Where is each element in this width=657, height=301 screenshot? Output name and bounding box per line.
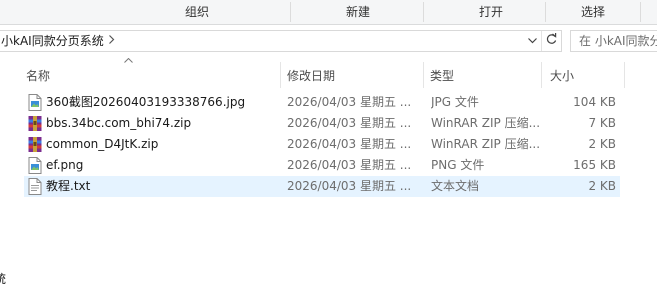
file-size: 2 KB xyxy=(588,179,616,193)
search-input[interactable]: 在 小kAI同款分页 xyxy=(570,30,657,52)
file-date: 2026/04/03 星期五 ... xyxy=(287,137,412,151)
explorer-window: 组织 新建 打开 选择 小kAI同款分页系统 在 小kAI同款分页 统 xyxy=(0,0,657,301)
file-name: common_D4JtK.zip xyxy=(46,137,159,151)
file-size: 104 KB xyxy=(573,95,616,109)
address-row: 小kAI同款分页系统 在 小kAI同款分页 xyxy=(0,25,657,58)
file-type: JPG 文件 xyxy=(431,95,479,109)
ribbon-divider xyxy=(423,2,424,22)
column-header-date[interactable]: 修改日期 xyxy=(287,67,335,85)
ribbon-bar: 组织 新建 打开 选择 xyxy=(0,0,657,25)
column-divider[interactable] xyxy=(624,62,625,88)
column-divider[interactable] xyxy=(423,62,424,88)
ribbon-divider xyxy=(640,2,641,22)
file-type: 文本文档 xyxy=(431,179,480,193)
file-row-selected[interactable]: 教程.txt 2026/04/03 星期五 ... 文本文档 2 KB xyxy=(24,176,620,197)
file-date: 2026/04/03 星期五 ... xyxy=(287,116,412,130)
file-size: 2 KB xyxy=(588,137,616,151)
column-header-row: 名称 修改日期 类型 大小 xyxy=(22,58,657,88)
file-name: bbs.34bc.com_bhi74.zip xyxy=(46,116,192,130)
column-divider[interactable] xyxy=(541,62,542,88)
file-date: 2026/04/03 星期五 ... xyxy=(287,158,412,172)
refresh-icon[interactable] xyxy=(542,31,561,51)
file-name: 教程.txt xyxy=(46,179,91,193)
file-date: 2026/04/03 星期五 ... xyxy=(287,179,412,193)
column-divider[interactable] xyxy=(280,62,281,88)
column-header-size[interactable]: 大小 xyxy=(550,67,574,85)
file-row[interactable]: ef.png 2026/04/03 星期五 ... PNG 文件 165 KB xyxy=(24,155,620,176)
file-type: WinRAR ZIP 压缩... xyxy=(431,137,541,151)
column-header-name[interactable]: 名称 xyxy=(26,67,50,85)
chevron-down-icon[interactable] xyxy=(524,31,542,51)
file-type: WinRAR ZIP 压缩... xyxy=(431,116,541,130)
ribbon-group-organize[interactable]: 组织 xyxy=(147,0,247,24)
file-name: ef.png xyxy=(46,158,84,172)
file-name: 360截图20260403193338766.jpg xyxy=(46,95,246,109)
ribbon-divider xyxy=(545,2,546,22)
file-row[interactable]: 360截图20260403193338766.jpg 2026/04/03 星期… xyxy=(24,92,620,113)
winrar-archive-icon xyxy=(28,115,42,132)
file-row[interactable]: bbs.34bc.com_bhi74.zip 2026/04/03 星期五 ..… xyxy=(24,113,620,134)
winrar-archive-icon xyxy=(28,136,42,153)
file-size: 7 KB xyxy=(588,116,616,130)
ribbon-divider xyxy=(290,2,291,22)
search-placeholder: 在 小kAI同款分页 xyxy=(579,34,657,48)
image-file-icon xyxy=(28,157,42,174)
file-date: 2026/04/03 星期五 ... xyxy=(287,95,412,109)
navigation-pane xyxy=(0,58,22,301)
ribbon-group-new[interactable]: 新建 xyxy=(308,0,408,24)
column-header-type[interactable]: 类型 xyxy=(430,67,454,85)
chevron-right-icon[interactable] xyxy=(108,31,115,51)
file-size: 165 KB xyxy=(573,158,616,172)
file-row[interactable]: common_D4JtK.zip 2026/04/03 星期五 ... WinR… xyxy=(24,134,620,155)
image-file-icon xyxy=(28,94,42,111)
ribbon-group-open[interactable]: 打开 xyxy=(441,0,541,24)
text-file-icon xyxy=(28,178,42,195)
ribbon-group-select[interactable]: 选择 xyxy=(553,0,633,24)
file-type: PNG 文件 xyxy=(431,158,485,172)
breadcrumb-current-folder[interactable]: 小kAI同款分页系统 xyxy=(1,31,104,51)
navigation-item-partial[interactable]: 统 xyxy=(0,270,6,287)
address-bar[interactable]: 小kAI同款分页系统 xyxy=(0,30,562,52)
